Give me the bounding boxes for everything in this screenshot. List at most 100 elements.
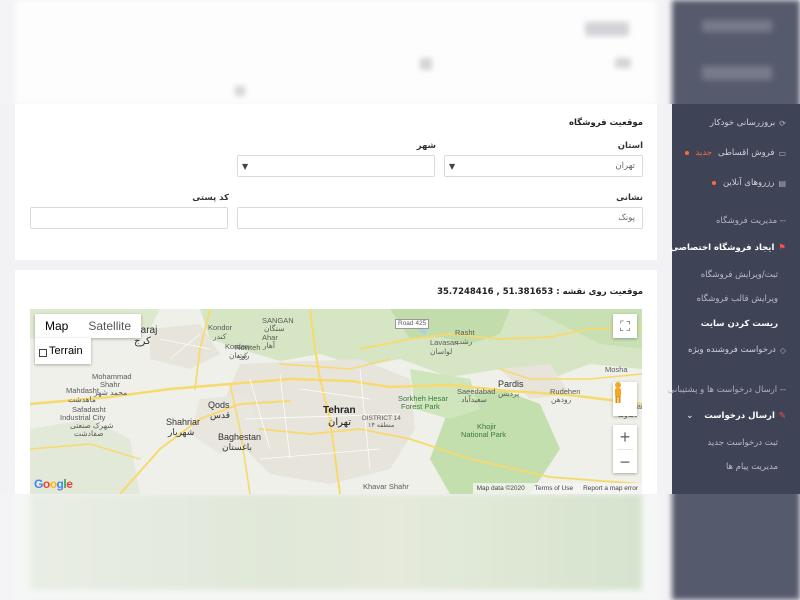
- sidebar-item-label: ارسال درخواست: [704, 411, 775, 421]
- address-label: نشانی: [616, 193, 643, 203]
- map-card: موقعیت روی نقشه : 35.7248416 , 51.381653: [15, 270, 657, 494]
- map-label-safadasht-fa2: صفادشت: [74, 429, 104, 438]
- map-label-kondor-fa: کندر: [213, 332, 227, 341]
- notification-dot: [684, 151, 689, 155]
- province-label: استان: [617, 141, 643, 151]
- sidebar-item-reset-site[interactable]: ریست کردن سایت: [678, 317, 778, 331]
- sidebar-item-label: فروش اقساطی: [718, 148, 775, 158]
- map-coordinates: موقعیت روی نقشه : 35.7248416 , 51.381653: [437, 287, 643, 297]
- map-label-rasht: Rasht: [455, 328, 475, 337]
- section-title: موقعیت فروشگاه: [568, 118, 643, 128]
- sidebar-item-send-request[interactable]: ✎ ارسال درخواست ⌄: [678, 409, 786, 423]
- map-label-road: Road 425: [395, 319, 430, 329]
- map-label-ahar-fa: آهار: [263, 341, 275, 350]
- zoom-control: + −: [613, 425, 637, 473]
- map-type-control: Map Satellite: [35, 314, 142, 338]
- coord-label: موقعیت روی نقشه :: [556, 287, 643, 297]
- postal-code-input[interactable]: [30, 207, 228, 229]
- sidebar-item-create-store[interactable]: ⚑ ایجاد فروشگاه اختصاصی ⌄: [670, 241, 786, 255]
- map-label-lavasan-fa: لواسان: [430, 347, 453, 356]
- map-label-mahdasht: Mahdasht: [66, 386, 99, 395]
- notification-dot: [711, 181, 716, 185]
- edit-icon: ✎: [778, 411, 786, 421]
- terrain-checkbox[interactable]: [39, 349, 47, 357]
- map-label-khavar: Khavar Shahr: [363, 482, 409, 491]
- map-label-karaj-fa: کرج: [134, 336, 151, 347]
- map-label-shahriar-fa: شهریار: [168, 427, 195, 437]
- map-label-qods-fa: قدس: [210, 410, 231, 420]
- map-tab[interactable]: Map: [35, 314, 78, 338]
- coord-value: 35.7248416 , 51.381653: [437, 287, 554, 297]
- terms-link[interactable]: Terms of Use: [535, 485, 573, 492]
- terrain-option[interactable]: Terrain: [35, 338, 91, 364]
- province-value: تهران: [615, 161, 635, 171]
- map-label-mosha: Mosha: [605, 365, 628, 374]
- sidebar-item-auto-update[interactable]: ⟳ بروزرسانی خودکار: [678, 116, 786, 130]
- sidebar-item-label: رزروهای آنلاین: [722, 178, 775, 188]
- map-label-lavasan: Lavasan: [430, 338, 459, 347]
- store-location-card: موقعیت فروشگاه استان تهران ▼ شهر ▼ نشانی…: [15, 104, 657, 260]
- diamond-icon: ◇: [779, 345, 786, 355]
- chevron-down-icon: ▼: [242, 162, 249, 171]
- zoom-out-button[interactable]: −: [613, 450, 637, 474]
- sidebar-item-label: درخواست فروشنده ویژه: [688, 345, 776, 355]
- address-value: پونک: [618, 213, 635, 223]
- map-label-baghestan: Baghestan: [218, 432, 262, 442]
- map-label-district-fa: منطقه ۱۴: [368, 422, 395, 429]
- map-label-sorkhe-2: Forest Park: [401, 402, 440, 411]
- map-label-pardis: Pardis: [498, 379, 524, 389]
- zoom-in-button[interactable]: +: [613, 425, 637, 449]
- flag-icon: ⚑: [778, 243, 786, 253]
- sidebar-section-store: -- مدیریت فروشگاه: [715, 216, 786, 226]
- calendar-icon: ▤: [778, 178, 786, 188]
- terrain-label: Terrain: [49, 345, 83, 357]
- sidebar-item-new-request[interactable]: ثبت درخواست جدید: [678, 436, 778, 450]
- plus-icon: +: [619, 426, 631, 447]
- city-select[interactable]: ▼: [237, 155, 435, 177]
- postal-label: کد پستی: [192, 193, 229, 203]
- focused-region: موقعیت فروشگاه استان تهران ▼ شهر ▼ نشانی…: [0, 104, 800, 494]
- sidebar-item-edit-template[interactable]: ویرایش قالب فروشگاه: [678, 292, 778, 306]
- map-label-baghestan-fa: باغستان: [222, 442, 253, 452]
- card-icon: ▭: [778, 148, 786, 158]
- sidebar-item-register-store[interactable]: ثبت/ویرایش فروشگاه: [678, 268, 778, 282]
- sidebar-item-label: بروزرسانی خودکار: [709, 118, 776, 128]
- google-logo[interactable]: Google: [34, 477, 73, 491]
- map-attribution: Map data ©2020 Terms of Use Report a map…: [472, 483, 642, 494]
- sidebar-item-reservations[interactable]: ▤ رزروهای آنلاین: [678, 176, 786, 190]
- chevron-down-icon: ⌄: [686, 243, 694, 253]
- map-label-saeedabad-fa: سعیدآباد: [461, 395, 487, 404]
- map-label-sangan-fa: سنگان: [264, 324, 285, 333]
- map-label-mahdasht-fa: ماهدشت: [68, 395, 96, 404]
- map-label-rudehen-fa: رودهن: [551, 395, 572, 404]
- sidebar-section-support: -- ارسال درخواست ها و پشتیبانی: [667, 385, 786, 395]
- map-label-tehran: Tehran: [323, 405, 356, 416]
- map-data-text: Map data ©2020: [476, 485, 525, 492]
- fullscreen-icon: ⛶: [620, 317, 630, 334]
- fullscreen-button[interactable]: ⛶: [613, 314, 637, 338]
- sidebar-item-special-seller[interactable]: ◇ درخواست فروشنده ویژه: [678, 343, 786, 357]
- map-label-tehran-fa: تهران: [328, 417, 352, 428]
- map-label-pardis-fa: پردیس: [498, 389, 520, 398]
- pegman-icon: [615, 382, 621, 403]
- sidebar-item-messages[interactable]: مدیریت پیام ها: [678, 460, 778, 474]
- province-select[interactable]: تهران ▼: [444, 155, 643, 177]
- bg-card-top: [15, 0, 657, 104]
- map-label-shahriar: Shahriar: [166, 417, 201, 427]
- street-view-pegman[interactable]: [613, 382, 637, 416]
- city-label: شهر: [416, 141, 436, 151]
- map-label-qods: Qods: [208, 400, 230, 410]
- sidebar: ⟳ بروزرسانی خودکار ▭ فروش اقساطی جدید ▤ …: [667, 104, 800, 494]
- minus-icon: −: [619, 451, 631, 472]
- bg-card-bottom: [15, 494, 657, 600]
- report-error-link[interactable]: Report a map error: [583, 485, 638, 492]
- satellite-tab[interactable]: Satellite: [78, 314, 141, 338]
- google-map[interactable]: Karaj کرج Kondor کندر Kordan کردان SANGA…: [30, 309, 642, 494]
- chevron-down-icon: ▼: [449, 162, 456, 171]
- map-label-khojir-2: National Park: [461, 430, 507, 439]
- new-badge: جدید: [695, 148, 713, 158]
- address-input[interactable]: پونک: [237, 207, 643, 229]
- chevron-down-icon: ⌄: [686, 411, 694, 421]
- sidebar-item-installment[interactable]: ▭ فروش اقساطی جدید: [678, 146, 786, 160]
- refresh-icon: ⟳: [779, 118, 786, 128]
